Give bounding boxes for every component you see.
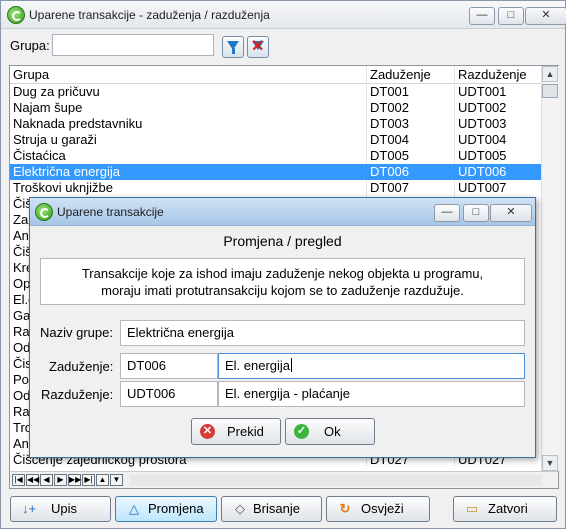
cancel-x-icon: ✕	[200, 424, 215, 439]
clear-filter-button[interactable]: ✕	[247, 36, 269, 58]
prior-record-button[interactable]: ◀	[40, 474, 53, 486]
zatvori-button[interactable]: ▭ Zatvori	[453, 496, 557, 522]
info-line-2: moraju imati protutransakciju kojom se t…	[101, 283, 464, 298]
column-header-grupa[interactable]: Grupa	[13, 67, 49, 82]
move-up-button[interactable]: ▲	[96, 474, 109, 486]
ok-button[interactable]: ✓ Ok	[285, 418, 375, 445]
promjena-button[interactable]: △ Promjena	[115, 496, 217, 522]
first-record-button[interactable]: |◀	[12, 474, 25, 486]
folder-icon: ▭	[465, 501, 479, 516]
upis-label: Upis	[51, 501, 78, 516]
cell-zaduzenje: DT004	[370, 132, 410, 147]
cell-razduzenje: UDT007	[458, 180, 507, 195]
zaduzenje-label: Zaduženje:	[49, 359, 114, 374]
cell-zaduzenje: DT001	[370, 84, 410, 99]
column-header-razduzenje[interactable]: Razduženje	[458, 67, 527, 82]
prekid-label: Prekid	[227, 424, 264, 439]
dialog-maximize-button[interactable]: □	[463, 204, 489, 222]
cell-grupa: Struja u garaži	[13, 132, 97, 147]
dialog-heading: Promjena / pregled	[223, 233, 342, 249]
cell-razduzenje: UDT004	[458, 132, 507, 147]
info-line-1: Transakcije koje za ishod imaju zaduženj…	[81, 266, 484, 281]
refresh-icon: ↻	[339, 501, 351, 516]
promjena-label: Promjena	[148, 501, 204, 516]
group-filter-input[interactable]	[52, 34, 214, 56]
dialog-refresh-icon	[35, 203, 53, 221]
maximize-button[interactable]: □	[498, 7, 524, 25]
cell-grupa: Električna energija	[13, 164, 120, 179]
apply-filter-button[interactable]	[222, 36, 244, 58]
cell-grupa: Najam šupe	[13, 100, 83, 115]
table-row[interactable]: Naknada predstavniku DT003 UDT003	[10, 116, 541, 132]
cell-grupa: Troškovi uknjižbe	[13, 180, 113, 195]
prior-page-button[interactable]: ◀◀	[26, 474, 39, 486]
eraser-icon: ◇	[235, 501, 245, 516]
group-filter-label: Grupa:	[10, 38, 50, 53]
clear-filter-icon: ✕	[251, 38, 265, 55]
info-box: Transakcije koje za ishod imaju zaduženj…	[40, 258, 525, 305]
window-title: Uparene transakcije - zaduženja / razduž…	[29, 8, 270, 22]
cell-razduzenje: UDT003	[458, 116, 507, 131]
scroll-down-icon[interactable]: ▼	[542, 455, 558, 471]
naziv-grupe-label: Naziv grupe:	[40, 325, 113, 340]
cell-zaduzenje: DT006	[370, 164, 410, 179]
dialog-titlebar[interactable]: Uparene transakcije — □ ✕	[30, 198, 535, 226]
close-window-button[interactable]: ✕	[525, 7, 566, 25]
cell-razduzenje: UDT001	[458, 84, 507, 99]
prekid-button[interactable]: ✕ Prekid	[191, 418, 281, 445]
edit-dialog: Uparene transakcije — □ ✕ Promjena / pre…	[29, 197, 536, 458]
main-titlebar[interactable]: Uparene transakcije - zaduženja / razduž…	[1, 1, 566, 29]
cell-zaduzenje: DT003	[370, 116, 410, 131]
osvjezi-button[interactable]: ↻ Osvježi	[326, 496, 430, 522]
cell-razduzenje: UDT002	[458, 100, 507, 115]
razduzenje-label: Razduženje:	[41, 387, 114, 402]
ok-check-icon: ✓	[294, 424, 309, 439]
cell-zaduzenje: DT007	[370, 180, 410, 195]
edit-triangle-icon: △	[129, 501, 139, 516]
minimize-button[interactable]: —	[469, 7, 495, 25]
horizontal-scroll-track[interactable]	[130, 475, 542, 486]
zaduzenje-code-field[interactable]: DT006	[120, 353, 218, 379]
cell-grupa: Naknada predstavniku	[13, 116, 143, 131]
brisanje-button[interactable]: ◇ Brisanje	[221, 496, 322, 522]
move-down-button[interactable]: ▼	[110, 474, 123, 486]
table-row[interactable]: Dug za pričuvu DT001 UDT001	[10, 84, 541, 100]
vertical-scrollbar[interactable]: ▲ ▼	[541, 66, 559, 471]
cell-zaduzenje: DT005	[370, 148, 410, 163]
cell-grupa: Čistaćica	[13, 148, 66, 163]
dialog-minimize-button[interactable]: —	[434, 204, 460, 222]
cell-razduzenje: UDT006	[458, 164, 507, 179]
dialog-title: Uparene transakcije	[57, 205, 164, 219]
zaduzenje-name-text: El. energija	[225, 358, 291, 373]
osvjezi-label: Osvježi	[361, 501, 404, 516]
razduzenje-code-field[interactable]: UDT006	[120, 381, 218, 407]
next-record-button[interactable]: ▶	[54, 474, 67, 486]
cell-razduzenje: UDT005	[458, 148, 507, 163]
naziv-grupe-field[interactable]: Električna energija	[120, 320, 525, 346]
next-page-button[interactable]: ▶▶	[68, 474, 81, 486]
scroll-thumb[interactable]	[542, 84, 558, 98]
table-row[interactable]: Električna energija DT006 UDT006	[10, 164, 541, 180]
razduzenje-name-field[interactable]: El. energija - plaćanje	[218, 381, 525, 407]
table-row[interactable]: Čistaćica DT005 UDT005	[10, 148, 541, 164]
cell-zaduzenje: DT002	[370, 100, 410, 115]
brisanje-label: Brisanje	[253, 501, 300, 516]
table-row[interactable]: Najam šupe DT002 UDT002	[10, 100, 541, 116]
dialog-close-button[interactable]: ✕	[490, 204, 532, 222]
text-caret	[291, 358, 293, 372]
table-row[interactable]: Struja u garaži DT004 UDT004	[10, 132, 541, 148]
zaduzenje-name-field[interactable]: El. energija	[218, 353, 525, 379]
cell-grupa: Dug za pričuvu	[13, 84, 100, 99]
record-navigator: |◀ ◀◀ ◀ ▶ ▶▶ ▶| ▲ ▼	[10, 471, 558, 488]
zatvori-label: Zatvori	[488, 501, 528, 516]
last-record-button[interactable]: ▶|	[82, 474, 95, 486]
scroll-up-icon[interactable]: ▲	[542, 66, 558, 82]
upis-button[interactable]: ↓+ Upis	[10, 496, 111, 522]
table-row[interactable]: Troškovi uknjižbe DT007 UDT007	[10, 180, 541, 196]
grid-header: Grupa Zaduženje Razduženje	[10, 66, 541, 84]
ok-label: Ok	[324, 424, 341, 439]
add-record-icon: ↓+	[21, 501, 37, 516]
app-refresh-icon	[7, 6, 25, 24]
column-header-zaduzenje[interactable]: Zaduženje	[370, 67, 431, 82]
